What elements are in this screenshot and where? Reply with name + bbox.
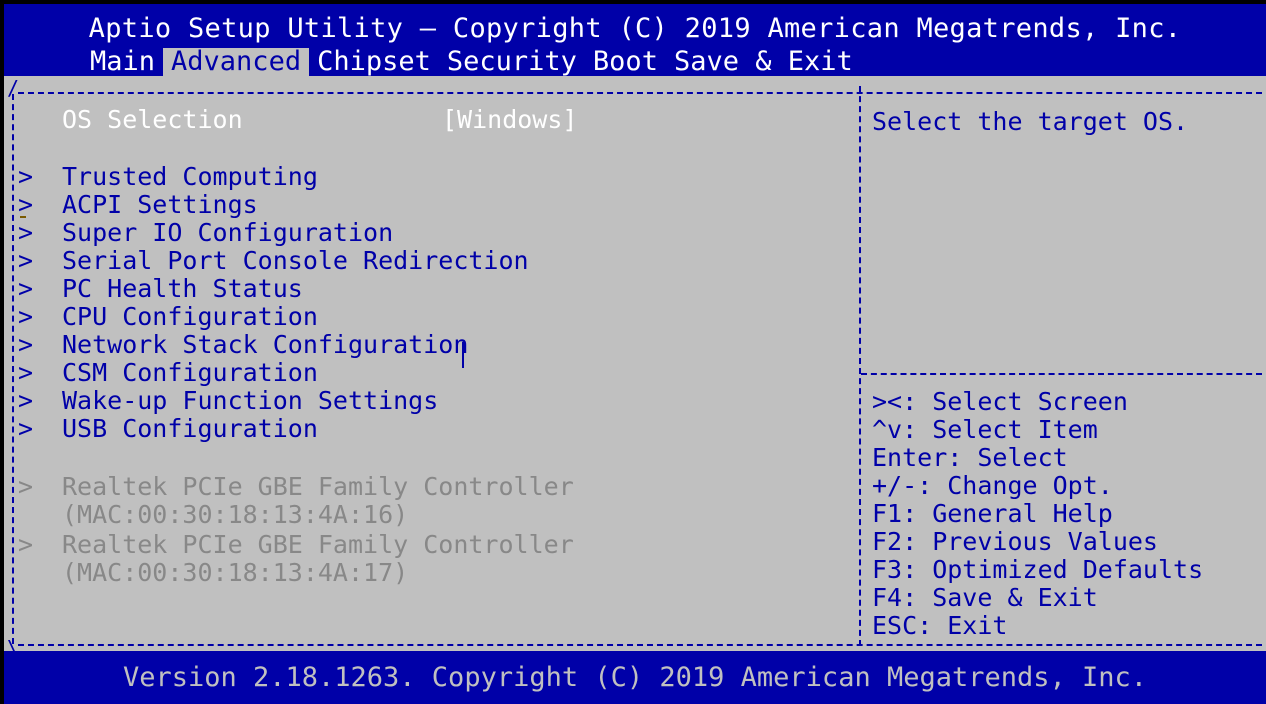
submenu-arrow-icon: >	[18, 274, 34, 303]
menu-item-label: PC Health Status	[62, 274, 303, 303]
menu-item-label: ACPI Settings	[62, 190, 258, 219]
header-bar: Aptio Setup Utility – Copyright (C) 2019…	[4, 4, 1266, 78]
submenu-arrow-icon: >	[18, 330, 34, 359]
submenu-arrow-icon: >	[18, 162, 34, 191]
submenu-arrow-icon: >	[18, 246, 34, 275]
window-title: Aptio Setup Utility – Copyright (C) 2019…	[88, 13, 1182, 44]
version-text: Version 2.18.1263. Copyright (C) 2019 Am…	[122, 662, 1148, 693]
menu-item-label: Serial Port Console Redirection	[62, 246, 529, 275]
frame-bottom	[18, 644, 1262, 646]
tab-save-exit[interactable]: Save & Exit	[666, 48, 861, 78]
main-panel: / \ OS Selection [Windows] > Trusted Com…	[4, 76, 1266, 658]
key-help-f3: F3: Optimized Defaults	[872, 555, 1204, 584]
menu-item-label: Trusted Computing	[62, 162, 318, 191]
nic-mac: (MAC:00:30:18:13:4A:17)	[62, 558, 409, 587]
submenu-arrow-icon: >	[18, 386, 34, 415]
nic-name: Realtek PCIe GBE Family Controller	[62, 472, 574, 501]
help-divider	[861, 373, 1262, 375]
frame-corner-top: /	[7, 76, 20, 100]
tab-boot[interactable]: Boot	[585, 48, 666, 78]
submenu-arrow-icon: >	[18, 218, 34, 247]
menu-item-label: USB Configuration	[62, 414, 318, 443]
key-help-f1: F1: General Help	[872, 499, 1113, 528]
nic-name: Realtek PCIe GBE Family Controller	[62, 530, 574, 559]
key-help-change-opt: +/-: Change Opt.	[872, 471, 1113, 500]
menu-item-label: Super IO Configuration	[62, 218, 394, 247]
menu-item-label: CSM Configuration	[62, 358, 318, 387]
key-help-enter: Enter: Select	[872, 443, 1068, 472]
key-help-select-screen: ><: Select Screen	[872, 387, 1128, 416]
help-description: Select the target OS.	[872, 107, 1189, 136]
tab-chipset[interactable]: Chipset	[309, 48, 439, 78]
frame-left	[12, 94, 14, 644]
key-help-select-item: ^v: Select Item	[872, 415, 1098, 444]
submenu-arrow-icon: >	[18, 472, 34, 501]
tab-security[interactable]: Security	[439, 48, 585, 78]
nic-mac: (MAC:00:30:18:13:4A:16)	[62, 500, 409, 529]
key-help-f2: F2: Previous Values	[872, 527, 1158, 556]
submenu-arrow-icon: >	[18, 414, 34, 443]
bios-screen: Aptio Setup Utility – Copyright (C) 2019…	[0, 0, 1266, 704]
menu-item-label: CPU Configuration	[62, 302, 318, 331]
tab-bar: Main Advanced Chipset Security Boot Save…	[82, 48, 861, 78]
text-cursor	[462, 342, 464, 368]
footer-bar: Version 2.18.1263. Copyright (C) 2019 Am…	[4, 651, 1266, 704]
menu-item-label: Wake-up Function Settings	[62, 386, 439, 415]
tab-main[interactable]: Main	[82, 48, 163, 78]
menu-item-label: Network Stack Configuration	[62, 330, 469, 359]
key-help-f4: F4: Save & Exit	[872, 583, 1098, 612]
key-help-esc: ESC: Exit	[872, 611, 1008, 640]
submenu-arrow-icon: >	[18, 302, 34, 331]
submenu-arrow-icon: >	[18, 358, 34, 387]
submenu-arrow-icon: >	[18, 530, 34, 559]
frame-top	[18, 92, 1262, 94]
panel-divider	[859, 86, 861, 646]
os-selection-value[interactable]: [Windows]	[442, 106, 577, 134]
os-selection-label[interactable]: OS Selection	[62, 106, 243, 134]
submenu-arrow-icon: >	[18, 190, 34, 219]
tab-advanced[interactable]: Advanced	[163, 48, 310, 78]
